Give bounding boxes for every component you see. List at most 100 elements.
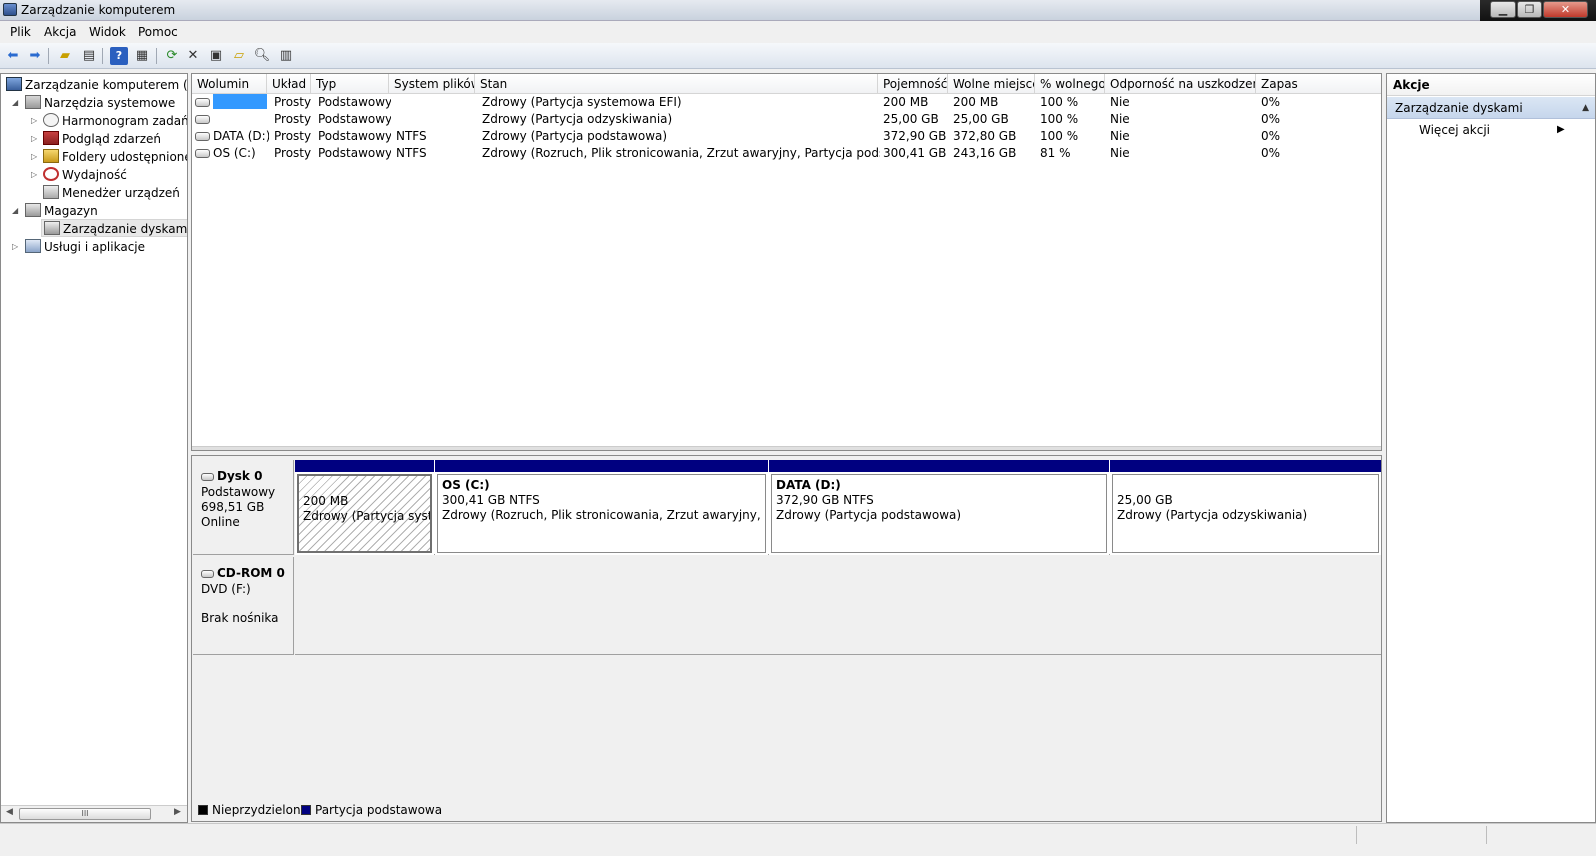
disk-title-text: CD-ROM 0: [217, 566, 285, 580]
toolbar-separator: [156, 48, 157, 64]
expand-icon[interactable]: ▷: [31, 166, 37, 184]
disk-0-partitions: 200 MB Zdrowy (Partycja systemowa EFI) O…: [295, 460, 1381, 555]
scroll-left-icon[interactable]: ◀: [6, 807, 13, 817]
partition-header: [435, 460, 768, 472]
expand-icon[interactable]: ▷: [31, 130, 37, 148]
legend-label-primary: Partycja podstawowa: [315, 803, 443, 817]
partition-recovery[interactable]: 25,00 GB Zdrowy (Partycja odzyskiwania): [1110, 460, 1381, 555]
overhead-cell: 0%: [1261, 146, 1281, 160]
disk-management-icon: [44, 221, 60, 235]
properties-icon[interactable]: ▣: [207, 47, 225, 65]
column-header-fault-tolerance[interactable]: Odporność na uszkodzenia: [1105, 74, 1256, 94]
disk-title: CD-ROM 0: [201, 566, 285, 580]
close-button[interactable]: ✕: [1543, 1, 1588, 18]
expand-icon[interactable]: ▷: [12, 238, 18, 256]
table-row[interactable]: OS (C:) Prosty Podstawowy NTFS Zdrowy (R…: [192, 145, 1381, 162]
expand-icon[interactable]: ▷: [31, 112, 37, 130]
open-folder-icon[interactable]: ▱: [230, 47, 248, 65]
collapse-caret-icon[interactable]: ▲: [1582, 97, 1589, 119]
partition-os-c[interactable]: OS (C:) 300,41 GB NTFS Zdrowy (Rozruch, …: [435, 460, 768, 555]
column-header-capacity[interactable]: Pojemność: [878, 74, 948, 94]
cdrom-0-media-area: [295, 557, 1381, 655]
search-icon[interactable]: 🔍︎: [253, 47, 271, 65]
forward-arrow-icon[interactable]: ➡: [26, 47, 44, 65]
tree-item-disk-management[interactable]: Zarządzanie dyskami: [41, 219, 187, 237]
column-header-status[interactable]: Stan: [475, 74, 878, 94]
file-system-cell: [391, 94, 477, 111]
more-actions-item[interactable]: Więcej akcji: [1419, 123, 1490, 137]
file-system-cell: NTFS: [396, 146, 427, 160]
partition-body: DATA (D:) 372,90 GB NTFS Zdrowy (Partycj…: [771, 474, 1107, 553]
toolbar: ⬅ ➡ ▰ ▤ ? ▦ ⟳ ✕ ▣ ▱ 🔍︎ ▥: [0, 43, 1596, 69]
partition-efi[interactable]: 200 MB Zdrowy (Partycja systemowa EFI): [295, 460, 434, 555]
partition-data-d[interactable]: DATA (D:) 372,90 GB NTFS Zdrowy (Partycj…: [769, 460, 1109, 555]
tree-item-shared-folders[interactable]: Foldery udostępnione: [43, 148, 187, 166]
cdrom-0-label[interactable]: CD-ROM 0 DVD (F:) Brak nośnika: [193, 557, 294, 655]
column-header-percent-free[interactable]: % wolnego: [1035, 74, 1105, 94]
status-cell: Zdrowy (Partycja systemowa EFI): [482, 95, 682, 109]
column-header-overhead[interactable]: Zapas: [1256, 74, 1381, 94]
column-header-volume[interactable]: Wolumin: [192, 74, 267, 94]
tree-item-label: Usługi i aplikacje: [44, 240, 146, 254]
collapse-icon[interactable]: ◢: [12, 94, 18, 112]
tree-item-task-scheduler[interactable]: Harmonogram zadań: [43, 112, 187, 130]
show-hide-actions-icon[interactable]: ▦: [133, 47, 151, 65]
table-row[interactable]: DATA (D:) Prosty Podstawowy NTFS Zdrowy …: [192, 128, 1381, 145]
tree-item-device-manager[interactable]: Menedżer urządzeń: [43, 184, 180, 202]
column-header-type[interactable]: Typ: [311, 74, 389, 94]
collapse-icon[interactable]: ◢: [12, 202, 18, 220]
column-header-free-space[interactable]: Wolne miejsce: [948, 74, 1035, 94]
expand-icon[interactable]: ▷: [31, 148, 37, 166]
file-system-cell: NTFS: [396, 129, 427, 143]
menu-help[interactable]: Pomoc: [138, 25, 178, 39]
status-cell: Zdrowy (Rozruch, Plik stronicowania, Zrz…: [482, 146, 880, 160]
percent-free-cell: 100 %: [1040, 112, 1079, 126]
table-row[interactable]: Prosty Podstawowy Zdrowy (Partycja odzys…: [192, 111, 1381, 128]
submenu-arrow-icon[interactable]: ▶: [1557, 124, 1565, 135]
fault-tolerance-cell: Nie: [1110, 112, 1130, 126]
disk-0-label[interactable]: Dysk 0 Podstawowy 698,51 GB Online: [193, 460, 294, 555]
tree-root[interactable]: Zarządzanie komputerem (loka: [6, 76, 187, 94]
tree-item-label: Narzędzia systemowe: [44, 96, 176, 110]
menu-file[interactable]: Plik: [10, 25, 31, 39]
tree-item-storage[interactable]: Magazyn: [25, 202, 98, 220]
free-space-cell: 25,00 GB: [953, 112, 1009, 126]
maximize-button[interactable]: ❐: [1517, 1, 1542, 18]
disk-title-text: Dysk 0: [217, 469, 263, 483]
column-header-file-system[interactable]: System plików: [389, 74, 475, 94]
partition-name: OS (C:): [442, 478, 490, 492]
partition-size: 300,41 GB NTFS: [442, 493, 540, 507]
list-view-icon[interactable]: ▥: [277, 47, 295, 65]
help-icon[interactable]: ?: [110, 47, 128, 65]
actions-section-disk-management[interactable]: Zarządzanie dyskami ▲: [1387, 97, 1595, 119]
tree-item-system-tools[interactable]: Narzędzia systemowe: [25, 94, 175, 112]
layout-cell: Prosty: [274, 112, 312, 126]
pane-splitter[interactable]: [192, 446, 1381, 450]
event-viewer-icon: [43, 131, 59, 145]
scroll-thumb[interactable]: III: [19, 808, 151, 820]
refresh-icon[interactable]: ⟳: [163, 47, 181, 65]
partition-header: [769, 460, 1109, 472]
partition-body: 25,00 GB Zdrowy (Partycja odzyskiwania): [1112, 474, 1379, 553]
tree-item-services-and-applications[interactable]: Usługi i aplikacje: [25, 238, 145, 256]
up-folder-icon[interactable]: ▰: [56, 47, 74, 65]
delete-icon[interactable]: ✕: [184, 47, 202, 65]
disk-size: 698,51 GB: [201, 500, 265, 514]
horizontal-scrollbar[interactable]: ◀ III ▶: [1, 805, 187, 822]
tree-item-label: Wydajność: [62, 168, 127, 182]
show-hide-tree-icon[interactable]: ▤: [80, 47, 98, 65]
table-row[interactable]: Prosty Podstawowy Zdrowy (Partycja syste…: [192, 94, 1381, 111]
tree-item-label: Podgląd zdarzeń: [62, 132, 161, 146]
menu-view[interactable]: Widok: [89, 25, 126, 39]
capacity-cell: 25,00 GB: [883, 112, 939, 126]
type-cell: Podstawowy: [318, 112, 391, 126]
volume-list-header: Wolumin Układ Typ System plików Stan Poj…: [192, 74, 1381, 94]
drive-icon: [195, 115, 210, 124]
tree-item-performance[interactable]: Wydajność: [43, 166, 127, 184]
column-header-layout[interactable]: Układ: [267, 74, 311, 94]
tree-item-event-viewer[interactable]: Podgląd zdarzeń: [43, 130, 161, 148]
menu-action[interactable]: Akcja: [44, 25, 76, 39]
back-arrow-icon[interactable]: ⬅: [4, 47, 22, 65]
scroll-right-icon[interactable]: ▶: [174, 807, 181, 817]
minimize-button[interactable]: ▁: [1490, 1, 1516, 18]
